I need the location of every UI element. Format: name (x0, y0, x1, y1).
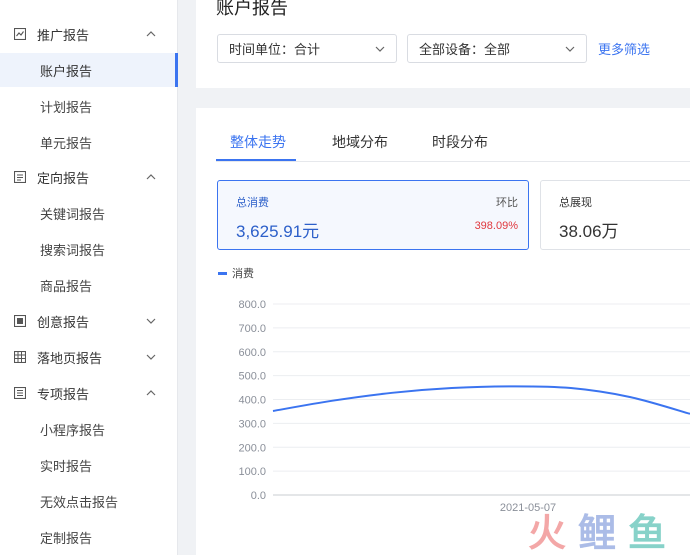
y-tick-label: 100.0 (238, 466, 266, 478)
svg-text:火: 火 (528, 511, 566, 555)
sidebar-item-label: 创意报告 (37, 314, 90, 330)
y-tick-label: 500.0 (238, 371, 266, 383)
sidebar-item-label: 定制报告 (40, 530, 93, 546)
list-doc-icon (14, 387, 26, 399)
svg-text:鱼: 鱼 (628, 511, 666, 555)
sidebar-item-11[interactable]: 小程序报告 (0, 412, 178, 446)
grid-icon (14, 351, 26, 363)
more-filter-link[interactable]: 更多筛选 (598, 39, 650, 58)
y-tick-label: 400.0 (238, 395, 266, 407)
sidebar-item-1[interactable]: 账户报告 (0, 53, 178, 87)
chevron-up-icon[interactable] (146, 172, 156, 182)
sidebar-item-label: 搜索词报告 (40, 242, 106, 258)
sidebar-item-0[interactable]: 推广报告 (0, 17, 178, 51)
y-tick-label: 0.0 (251, 490, 266, 502)
sidebar-item-label: 单元报告 (40, 135, 93, 151)
section-heading-partial (216, 549, 276, 555)
sidebar-item-label: 账户报告 (40, 63, 93, 79)
sidebar-item-5[interactable]: 关键词报告 (0, 196, 178, 230)
filter-panel: 账户报告 时间单位：合计 全部设备：全部 更多筛选 (196, 0, 690, 88)
sidebar-item-label: 专项报告 (37, 386, 90, 402)
sidebar-item-label: 落地页报告 (37, 350, 103, 366)
svg-text:鲤: 鲤 (578, 511, 616, 555)
sidebar-item-10[interactable]: 专项报告 (0, 376, 178, 410)
sidebar-item-label: 关键词报告 (40, 206, 106, 222)
time-unit-select-value: 时间单位：合计 (229, 42, 321, 57)
chevron-up-icon[interactable] (146, 29, 156, 39)
chevron-down-icon[interactable] (146, 316, 156, 326)
sidebar-item-label: 推广报告 (37, 27, 90, 43)
sidebar-item-label: 实时报告 (40, 458, 93, 474)
sidebar-item-2[interactable]: 计划报告 (0, 89, 178, 123)
sidebar-item-label: 无效点击报告 (40, 494, 119, 510)
line-chart-icon (14, 28, 26, 40)
device-select[interactable]: 全部设备：全部 (407, 34, 587, 63)
chevron-down-icon (565, 46, 575, 52)
chevron-up-icon[interactable] (146, 388, 156, 398)
sidebar-item-3[interactable]: 单元报告 (0, 125, 178, 159)
time-unit-select[interactable]: 时间单位：合计 (217, 34, 397, 63)
y-tick-label: 200.0 (238, 442, 266, 454)
series-line-spend (272, 385, 690, 415)
y-tick-label: 600.0 (238, 347, 266, 359)
report-panel: 整体走势 地域分布 时段分布 总消费 3,625.91元 环比 398.09% … (196, 108, 690, 555)
target-doc-icon (14, 171, 26, 183)
sidebar-item-label: 小程序报告 (40, 422, 106, 438)
sidebar-item-label: 定向报告 (37, 170, 90, 186)
y-tick-label: 700.0 (238, 323, 266, 335)
device-select-value: 全部设备：全部 (419, 42, 511, 57)
sidebar: 推广报告账户报告计划报告单元报告定向报告关键词报告搜索词报告商品报告创意报告落地… (0, 0, 178, 555)
chevron-down-icon[interactable] (146, 352, 156, 362)
page-title: 账户报告 (216, 0, 288, 18)
sidebar-item-label: 计划报告 (40, 99, 93, 115)
creative-icon (14, 315, 26, 327)
sidebar-item-6[interactable]: 搜索词报告 (0, 232, 178, 266)
sidebar-item-13[interactable]: 无效点击报告 (0, 484, 178, 518)
sidebar-item-14[interactable]: 定制报告 (0, 520, 178, 554)
sidebar-item-label: 商品报告 (40, 278, 93, 294)
chevron-down-icon (375, 46, 385, 52)
sidebar-item-9[interactable]: 落地页报告 (0, 340, 178, 374)
sidebar-item-4[interactable]: 定向报告 (0, 160, 178, 194)
sidebar-item-8[interactable]: 创意报告 (0, 304, 178, 338)
y-tick-label: 300.0 (238, 418, 266, 430)
watermark-logo: 火 鲤 鱼 (528, 511, 666, 555)
sidebar-item-12[interactable]: 实时报告 (0, 448, 178, 482)
line-chart: 800.0 700.0 600.0 500.0 400.0 300.0 200.0 100.0… (238, 299, 690, 514)
y-tick-label: 800.0 (238, 299, 266, 311)
sidebar-item-7[interactable]: 商品报告 (0, 268, 178, 302)
